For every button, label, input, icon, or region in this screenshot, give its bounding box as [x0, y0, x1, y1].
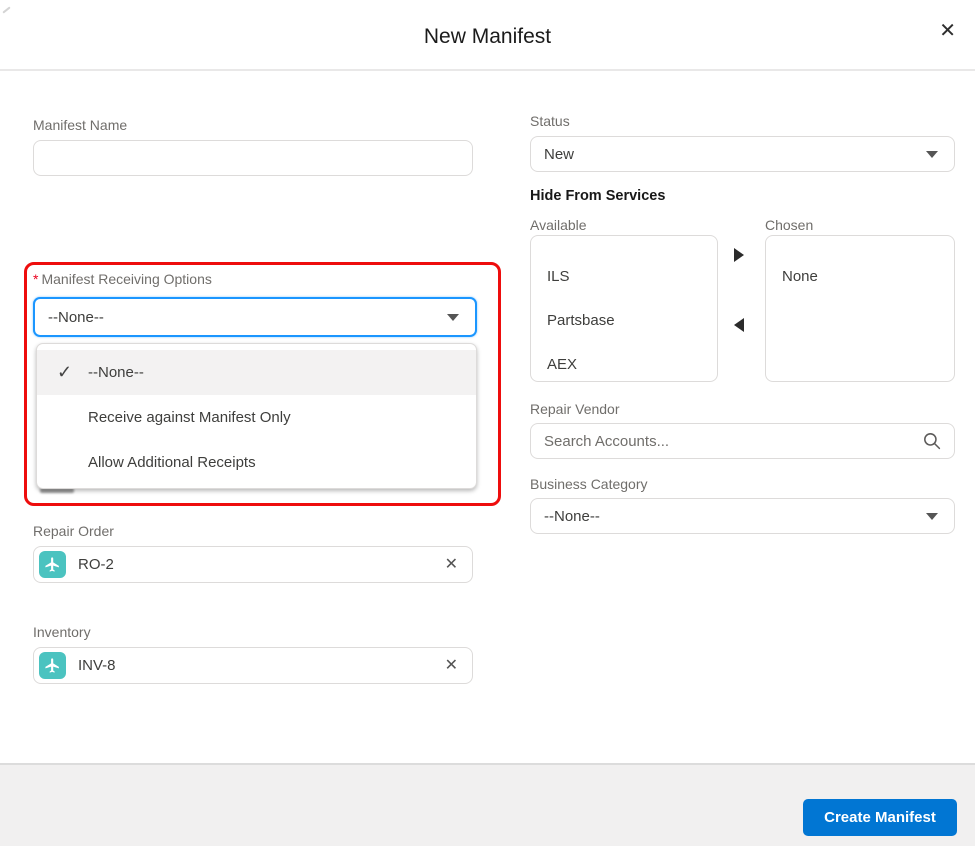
repair-order-value: RO-2: [78, 556, 114, 573]
receiving-options-listbox: ✓ --None-- Receive against Manifest Only…: [36, 343, 477, 489]
option-allow-additional-receipts[interactable]: Allow Additional Receipts: [37, 440, 476, 485]
business-category-combobox[interactable]: --None--: [530, 498, 955, 534]
close-icon[interactable]: ✕: [939, 21, 956, 41]
repair-vendor-label: Repair Vendor: [530, 401, 620, 417]
option-label: Allow Additional Receipts: [88, 454, 256, 471]
inventory-value: INV-8: [78, 657, 116, 674]
available-label: Available: [530, 217, 587, 233]
create-manifest-button[interactable]: Create Manifest: [803, 799, 957, 836]
hide-from-services-heading: Hide From Services: [530, 188, 666, 204]
option-label: --None--: [88, 364, 144, 381]
manifest-name-label: Manifest Name: [33, 117, 128, 133]
chevron-down-icon: [926, 150, 938, 158]
airplane-icon: [39, 652, 66, 679]
modal-footer: Create Manifest: [0, 763, 975, 846]
remove-icon[interactable]: ✕: [445, 657, 458, 674]
available-item-partsbase[interactable]: Partsbase: [531, 298, 717, 342]
status-value: New: [544, 145, 575, 163]
manifest-name-input[interactable]: [33, 140, 473, 176]
chosen-listbox[interactable]: None: [765, 235, 955, 382]
available-listbox[interactable]: ILS Partsbase AEX: [530, 235, 718, 382]
header-divider: [0, 69, 975, 71]
repair-order-label: Repair Order: [33, 523, 114, 539]
required-asterisk: *: [33, 271, 39, 287]
remove-icon[interactable]: ✕: [445, 556, 458, 573]
chevron-down-icon: [447, 313, 459, 321]
status-combobox[interactable]: New: [530, 136, 955, 172]
chosen-label: Chosen: [765, 217, 814, 233]
search-icon: [923, 432, 941, 450]
option-none[interactable]: ✓ --None--: [37, 350, 476, 395]
receiving-options-value: --None--: [48, 308, 104, 326]
business-category-value: --None--: [544, 507, 600, 525]
status-label: Status: [530, 113, 570, 129]
inventory-label: Inventory: [33, 624, 91, 640]
receiving-options-combobox[interactable]: --None--: [33, 297, 477, 337]
chevron-down-icon: [926, 512, 938, 520]
available-item-ils[interactable]: ILS: [531, 254, 717, 298]
check-icon: ✓: [57, 362, 73, 382]
available-item-aex[interactable]: AEX: [531, 342, 717, 386]
move-right-icon[interactable]: [734, 248, 744, 262]
receiving-options-label: * Manifest Receiving Options: [33, 271, 212, 287]
inventory-pill[interactable]: INV-8 ✕: [33, 647, 473, 684]
option-label: Receive against Manifest Only: [88, 409, 291, 426]
airplane-icon: [39, 551, 66, 578]
repair-vendor-search[interactable]: [530, 423, 955, 459]
screen-artifact: [2, 6, 11, 14]
modal-title: New Manifest: [423, 25, 552, 48]
move-left-icon[interactable]: [734, 318, 744, 332]
option-receive-against-manifest-only[interactable]: Receive against Manifest Only: [37, 395, 476, 440]
repair-vendor-search-input[interactable]: [531, 424, 923, 458]
business-category-label: Business Category: [530, 476, 648, 492]
chosen-item-none: None: [782, 267, 818, 285]
repair-order-pill[interactable]: RO-2 ✕: [33, 546, 473, 583]
